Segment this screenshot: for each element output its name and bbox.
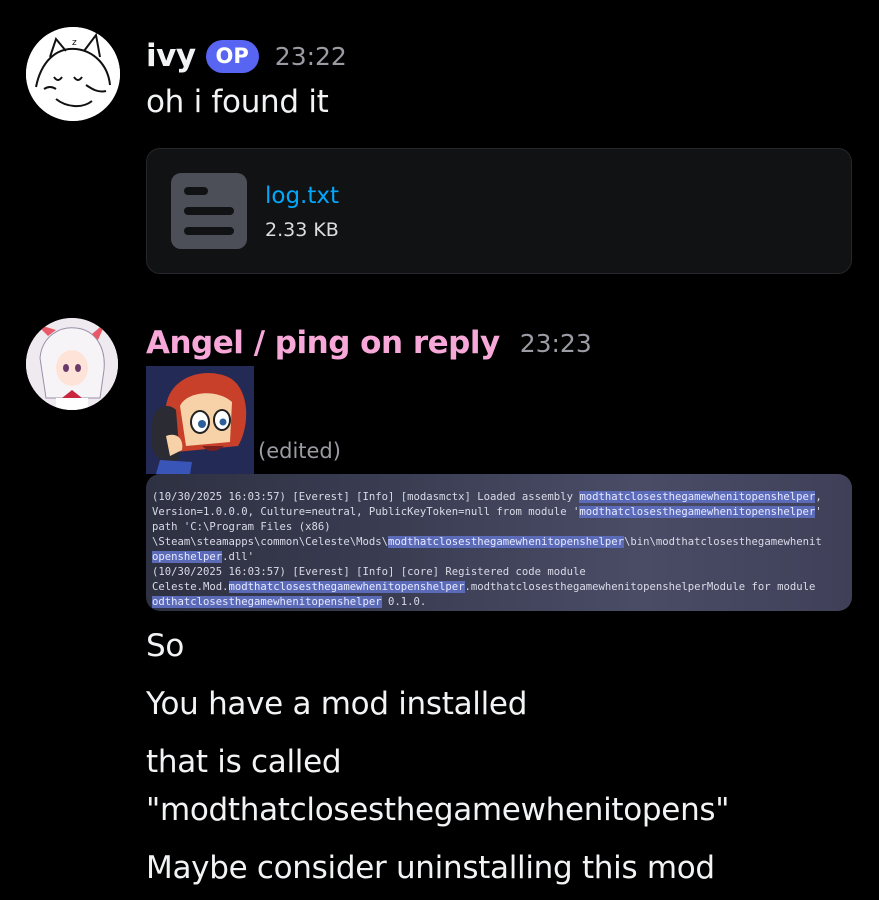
username-ivy[interactable]: ivy bbox=[146, 38, 196, 74]
message-text: You have a mod installed bbox=[146, 686, 528, 722]
file-name-link[interactable]: log.txt bbox=[265, 183, 339, 209]
timestamp: 23:22 bbox=[274, 41, 347, 71]
text-file-icon bbox=[171, 173, 247, 249]
log-line: Version=1.0.0.0, Culture=neutral, Public… bbox=[152, 506, 822, 518]
message-text: that is called bbox=[146, 744, 342, 780]
log-line: odthatclosesthegamewhenitopenshelper 0.1… bbox=[152, 596, 427, 608]
message-text: "modthatclosesthegamewhenitopens" bbox=[146, 792, 730, 828]
message-text: So bbox=[146, 628, 185, 664]
file-size: 2.33 KB bbox=[265, 219, 339, 241]
timestamp: 23:23 bbox=[519, 328, 592, 358]
author-line: Angel / ping on reply 23:23 bbox=[146, 325, 592, 361]
log-line: openshelper.dll' bbox=[152, 551, 255, 563]
log-line: (10/30/2025 16:03:57) [Everest] [Info] [… bbox=[152, 491, 822, 503]
message-text: oh i found it bbox=[146, 84, 329, 120]
op-badge: OP bbox=[205, 39, 259, 73]
avatar-ivy[interactable]: z bbox=[26, 27, 120, 121]
author-line: ivy OP 23:22 bbox=[146, 38, 347, 74]
sticker-image-icon bbox=[146, 366, 254, 474]
svg-text:z: z bbox=[72, 38, 77, 48]
username-angel[interactable]: Angel / ping on reply bbox=[146, 325, 500, 361]
log-line: path 'C:\Program Files (x86) bbox=[152, 521, 331, 533]
cat-doodle-avatar-icon: z bbox=[26, 27, 120, 121]
log-line: \Steam\steamapps\common\Celeste\Mods\mod… bbox=[152, 536, 822, 548]
phone-call-character-sticker[interactable] bbox=[146, 366, 254, 474]
avatar-angel[interactable] bbox=[26, 318, 118, 410]
anime-girl-avatar-icon bbox=[26, 318, 118, 410]
log-line: (10/30/2025 16:03:57) [Everest] [Info] [… bbox=[152, 566, 586, 578]
message-text: Maybe consider uninstalling this mod bbox=[146, 850, 715, 886]
log-line: Celeste.Mod.modthatclosesthegamewhenitop… bbox=[152, 581, 816, 593]
log-screenshot-image[interactable]: (10/30/2025 16:03:57) [Everest] [Info] [… bbox=[146, 474, 852, 611]
edited-indicator: (edited) bbox=[258, 439, 341, 463]
file-attachment[interactable]: log.txt 2.33 KB bbox=[146, 148, 852, 274]
